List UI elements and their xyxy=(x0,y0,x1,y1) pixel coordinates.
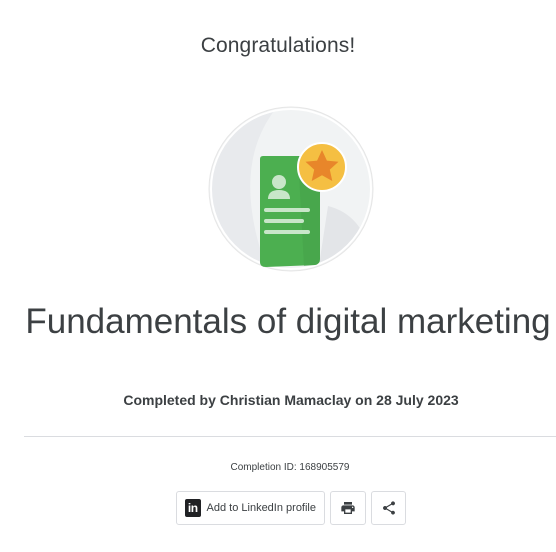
print-button[interactable] xyxy=(330,491,366,525)
share-button[interactable] xyxy=(371,491,406,525)
course-title: Fundamentals of digital marketing xyxy=(25,302,551,341)
divider xyxy=(24,436,556,437)
completion-statement: Completed by Christian Mamaclay on 28 Ju… xyxy=(0,392,556,408)
add-to-linkedin-button[interactable]: in Add to LinkedIn profile xyxy=(176,491,325,525)
share-icon xyxy=(382,501,395,515)
certificate-badge-icon xyxy=(208,106,374,272)
print-icon xyxy=(341,502,355,514)
congratulations-heading: Congratulations! xyxy=(200,34,356,57)
add-to-linkedin-label: Add to LinkedIn profile xyxy=(206,502,316,514)
certificate-badge xyxy=(208,106,374,272)
completion-id: Completion ID: 168905579 xyxy=(230,462,350,473)
linkedin-icon: in xyxy=(185,499,201,517)
completed-by-text: Completed by Christian Mamaclay on 28 Ju… xyxy=(123,392,459,408)
